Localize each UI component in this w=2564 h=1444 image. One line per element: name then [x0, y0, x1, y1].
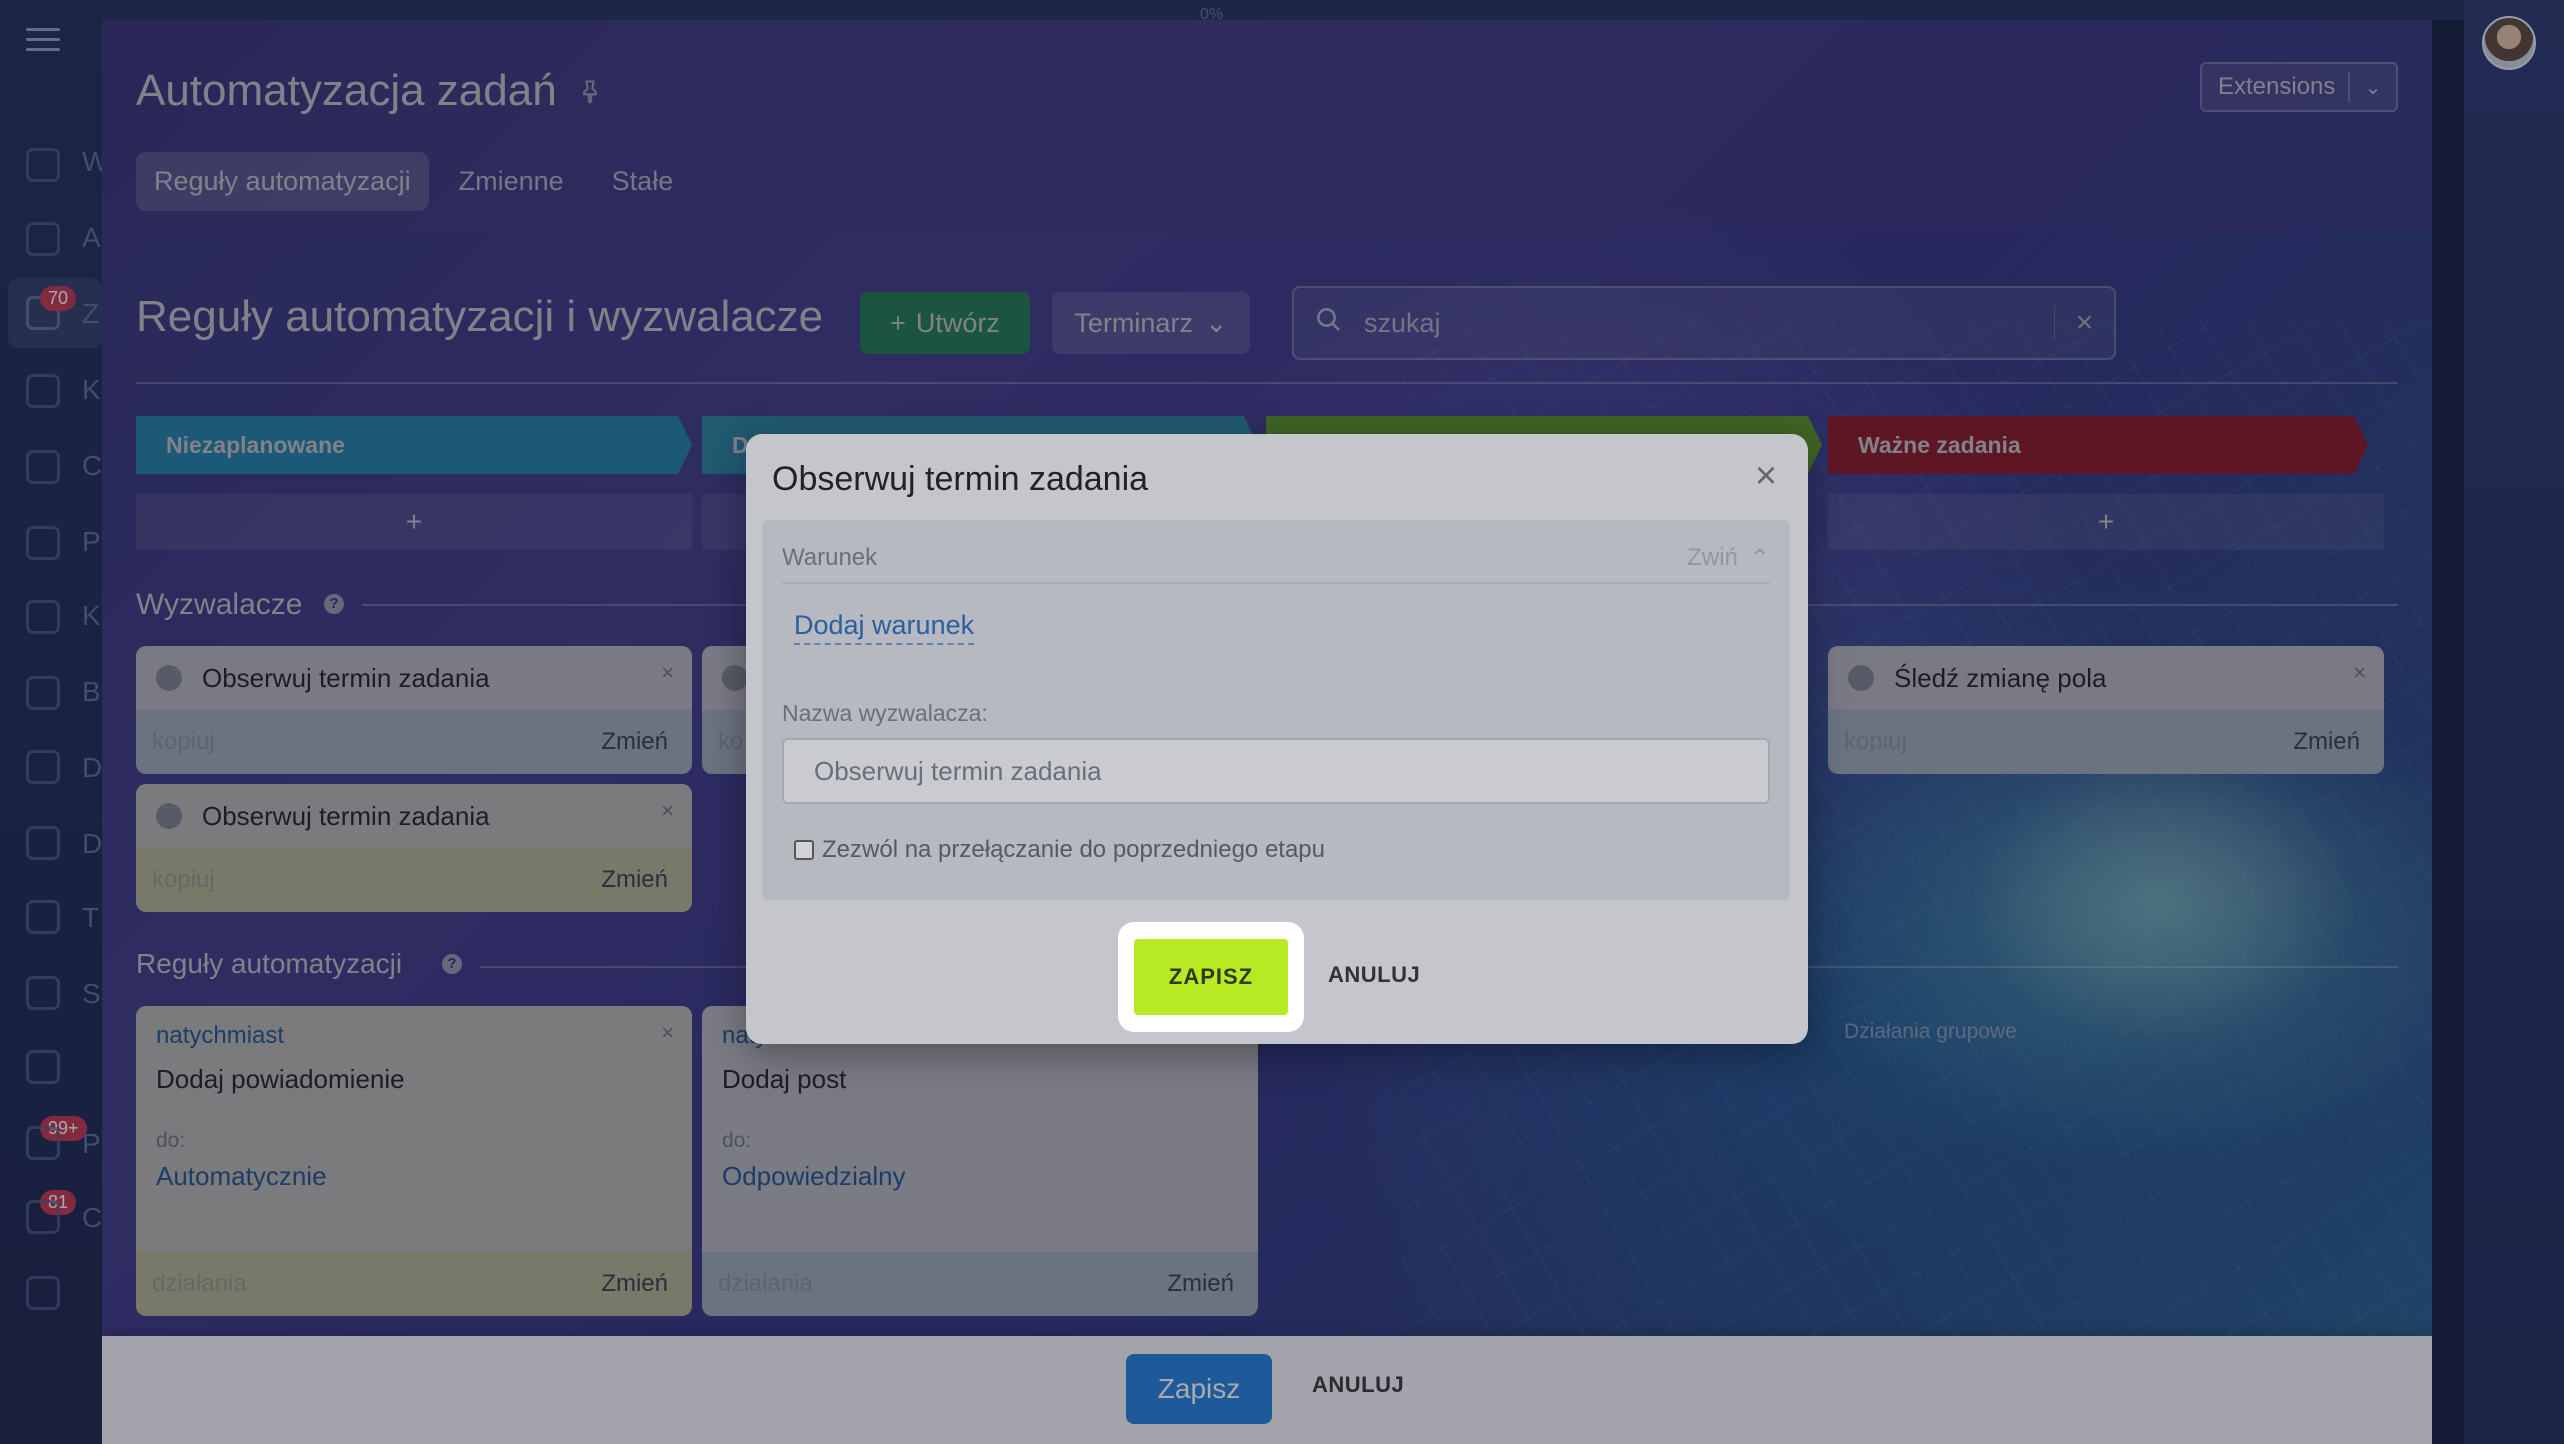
dialog-body: Warunek Zwiń ⌃ Dodaj warunek Nazwa wyzwa…	[762, 520, 1790, 900]
collapse-label: Zwiń	[1687, 544, 1738, 571]
allow-back-option[interactable]: Zezwól na przełączanie do poprzedniego e…	[794, 836, 1325, 864]
chevron-up-icon: ⌃	[1749, 544, 1770, 572]
allow-back-checkbox[interactable]	[794, 840, 814, 860]
dialog-cancel-button[interactable]: ANULUJ	[1328, 962, 1420, 988]
condition-header: Warunek Zwiń ⌃	[782, 534, 1770, 584]
allow-back-label: Zezwól na przełączanie do poprzedniego e…	[822, 836, 1326, 863]
condition-label: Warunek	[782, 544, 878, 571]
collapse-toggle[interactable]: Zwiń ⌃	[1687, 544, 1770, 573]
close-icon[interactable]: ×	[1746, 456, 1786, 496]
trigger-name-label: Nazwa wyzwalacza:	[782, 700, 988, 726]
save-button-highlight: ZAPISZ	[1118, 922, 1304, 1032]
dialog-title: Obserwuj termin zadania	[772, 460, 1149, 498]
trigger-name-input[interactable]: Obserwuj termin zadania	[782, 738, 1770, 804]
add-condition-link[interactable]: Dodaj warunek	[794, 610, 975, 645]
trigger-settings-dialog: Obserwuj termin zadania × Warunek Zwiń ⌃…	[746, 434, 1808, 1044]
dialog-save-button[interactable]: ZAPISZ	[1134, 939, 1288, 1015]
